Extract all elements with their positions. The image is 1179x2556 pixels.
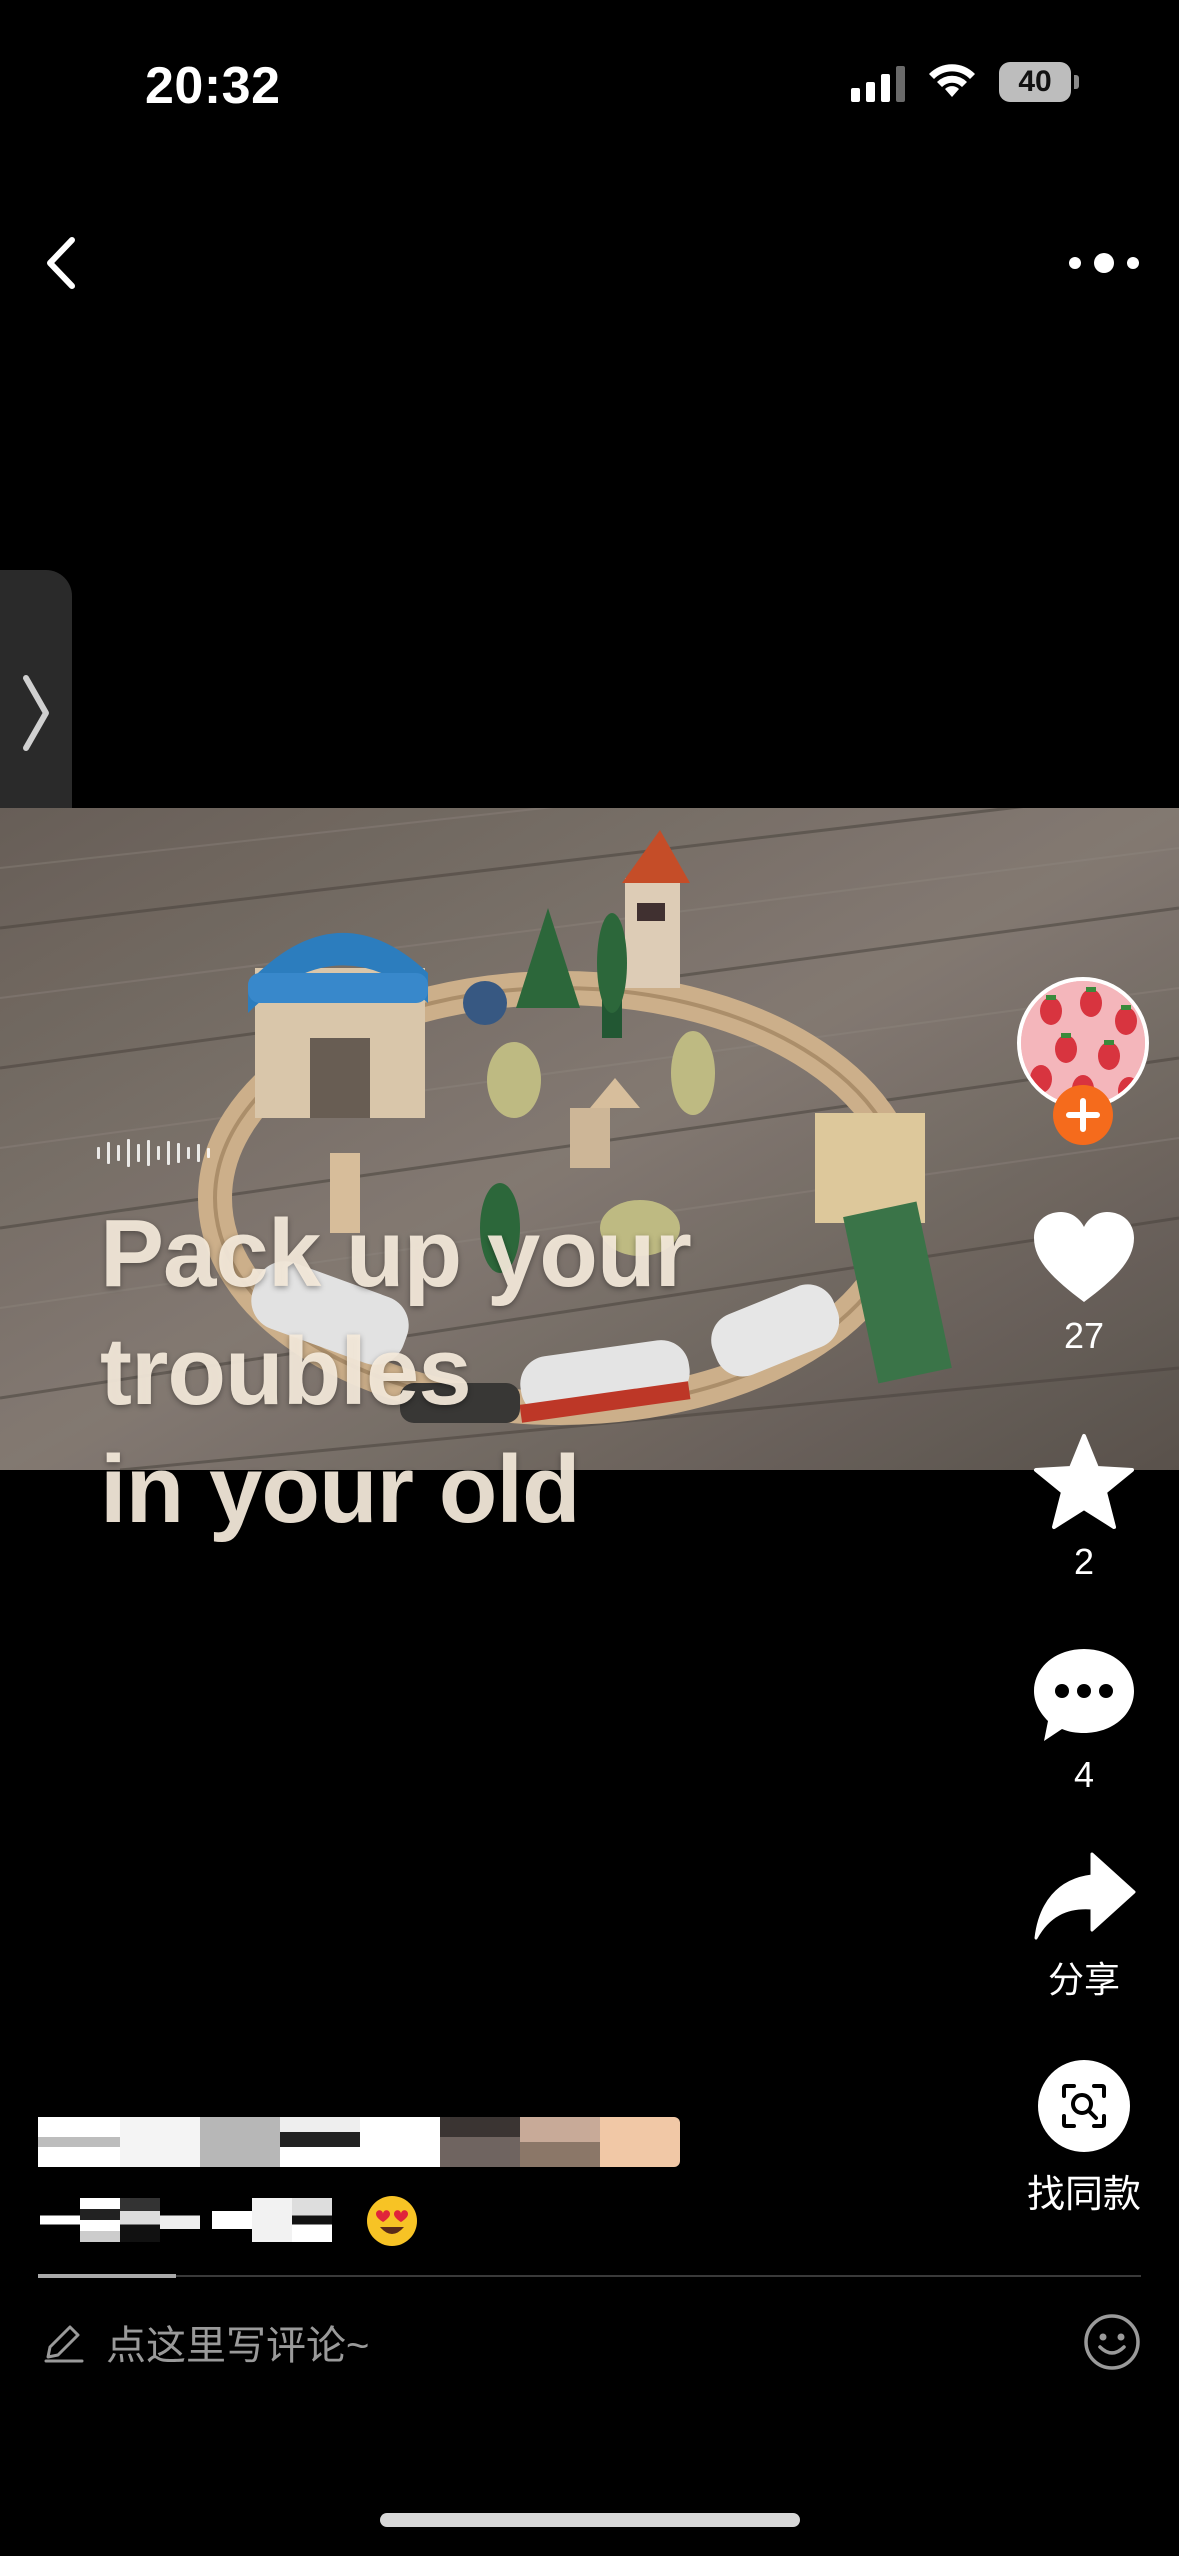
comment-placeholder: 点这里写评论~ (106, 2324, 370, 2368)
comment-count: 4 (1073, 1754, 1095, 1795)
more-options-button[interactable] (1059, 233, 1149, 293)
star-icon (1034, 1434, 1134, 1529)
caption-line-2: in your old (100, 1436, 581, 1543)
find-similar-button[interactable]: 找同款 (1011, 2058, 1157, 2218)
chevron-right-icon (23, 675, 49, 751)
pencil-icon (44, 2325, 84, 2363)
like-count: 27 (1063, 1315, 1105, 1356)
caption-line-1: Pack up your troubles (100, 1200, 692, 1425)
favorite-count: 2 (1073, 1541, 1095, 1582)
cellular-signal-icon (851, 62, 905, 102)
back-button[interactable] (30, 228, 100, 298)
battery-level: 40 (999, 62, 1071, 102)
follow-plus-icon (1066, 1098, 1100, 1132)
share-button[interactable]: 分享 (1011, 1850, 1157, 2003)
back-icon (47, 237, 75, 289)
heart-eyes-emoji-icon (367, 2196, 417, 2246)
audio-waveform-icon (97, 1138, 210, 1168)
share-label: 分享 (1047, 1959, 1120, 2000)
comment-icon (1034, 1649, 1134, 1741)
smile-icon (1084, 2314, 1140, 2370)
wifi-icon (929, 64, 975, 97)
status-indicators: 40 (851, 62, 1079, 102)
comment-input-bar[interactable]: 点这里写评论~ (38, 2312, 1141, 2372)
find-similar-label: 找同款 (1026, 2174, 1141, 2216)
author-name-redacted[interactable] (38, 2117, 680, 2167)
favorite-button[interactable]: 2 (1011, 1432, 1157, 1583)
heart-icon (1034, 1212, 1134, 1302)
progress-track[interactable] (38, 2275, 1141, 2277)
comment-button[interactable]: 4 (1011, 1645, 1157, 1796)
video-caption: Pack up your troubles in your old (100, 1195, 1080, 1549)
follow-button[interactable] (1053, 1085, 1113, 1145)
status-time: 20:32 (145, 57, 281, 115)
more-icon (1069, 253, 1139, 273)
scan-search-icon (1038, 2060, 1130, 2152)
progress-fill (38, 2274, 176, 2278)
description-redacted[interactable] (40, 2198, 332, 2242)
like-button[interactable]: 27 (1011, 1210, 1157, 1357)
share-icon (1034, 1852, 1136, 1940)
home-indicator[interactable] (380, 2513, 800, 2527)
battery-indicator: 40 (999, 62, 1079, 102)
emoji-button[interactable] (1083, 2313, 1141, 2371)
